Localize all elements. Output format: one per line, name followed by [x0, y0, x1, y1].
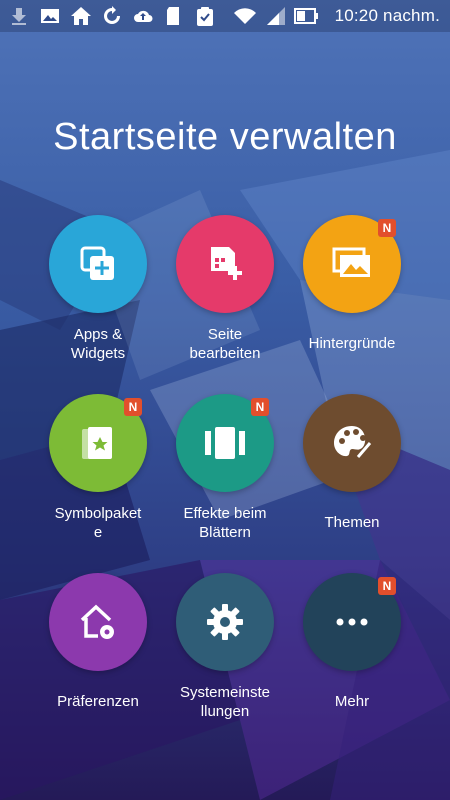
edit-page-icon	[211, 247, 242, 280]
tile-apps-widgets[interactable]: Apps & Widgets	[34, 215, 162, 375]
themen-button[interactable]	[303, 394, 401, 492]
tile-label: Hintergründe	[308, 335, 396, 352]
add-widget-icon	[80, 246, 114, 280]
tile-hintergruende[interactable]: N Hintergründe	[288, 215, 416, 375]
apps-widgets-button[interactable]	[49, 215, 147, 313]
new-badge: N	[251, 398, 269, 416]
tile-label: Seite bearbeiten	[189, 326, 261, 362]
scroll-effects-icon	[205, 427, 245, 459]
icon-pack-icon	[82, 427, 112, 459]
praeferenzen-button[interactable]	[49, 573, 147, 671]
new-badge: N	[378, 577, 396, 595]
tile-label: Apps & Widgets	[70, 326, 126, 362]
tile-label: Präferenzen	[57, 693, 139, 710]
tile-themen[interactable]: Themen	[288, 394, 416, 554]
tile-systemeinstellungen[interactable]: Systemeinste llungen	[161, 573, 289, 733]
home-settings-icon	[80, 604, 114, 639]
tile-mehr[interactable]: N Mehr	[288, 573, 416, 733]
tile-seite-bearbeiten[interactable]: Seite bearbeiten	[161, 215, 289, 375]
tile-label: Mehr	[334, 693, 370, 710]
seite-bearbeiten-button[interactable]	[176, 215, 274, 313]
tile-praeferenzen[interactable]: Präferenzen	[34, 573, 162, 733]
wallpaper-icon	[332, 247, 370, 277]
tile-symbolpakete[interactable]: N Symbolpaket e	[34, 394, 162, 554]
new-badge: N	[378, 219, 396, 237]
tile-label: Symbolpaket e	[54, 505, 142, 541]
tile-label: Themen	[324, 514, 380, 531]
manage-home-grid: Apps & Widgets Seite bearbeiten N Hintergr…	[0, 0, 450, 800]
gear-icon	[207, 604, 243, 640]
systemeinstellungen-button[interactable]	[176, 573, 274, 671]
more-dots-icon	[336, 618, 368, 626]
tile-label: Effekte beim Blättern	[183, 505, 267, 541]
new-badge: N	[124, 398, 142, 416]
tile-label: Systemeinste llungen	[179, 684, 271, 720]
palette-icon	[334, 426, 372, 458]
tile-effekte[interactable]: N Effekte beim Blättern	[161, 394, 289, 554]
